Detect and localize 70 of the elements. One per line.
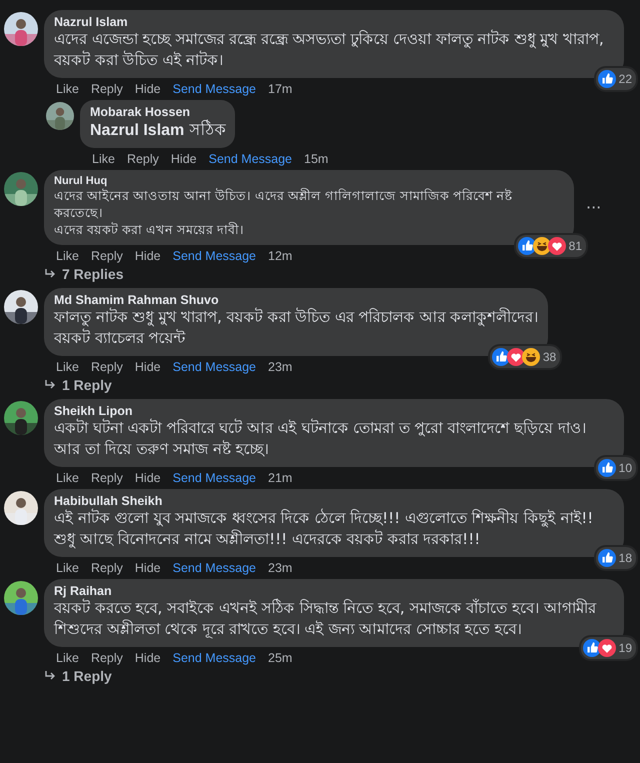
comment-text: এদের আইনের আওতায় আনা উচিত। এদের অশ্লীল গালিগালাজে সামাজিক পরিবেশ নষ্ট করতেছে। এদের বয়কট করা এখন সময়ের দাবী। [54,187,514,238]
action-link[interactable]: Hide [134,82,161,96]
action-link[interactable]: Send Message [172,471,256,485]
author-name[interactable]: Nurul Huq [54,175,564,187]
comment-text: একটা ঘটনা একটা পরিবারে ঘটে আর এই ঘটনাকে তোমরা ত পুরো বাংলাদেশে ছড়িয়ে দাও। আর তা দিয়ে তরুণ সমাজ নষ্ট হচ্ছে। [54,418,587,460]
reaction-badge[interactable]: 81 [516,235,586,257]
timestamp: 25m [268,651,292,665]
reply-arrow-icon [44,379,56,391]
action-link[interactable]: Send Message [172,651,256,665]
view-replies-link[interactable]: 1 Reply [44,377,112,393]
timestamp: 17m [268,82,292,96]
action-link[interactable]: Reply [126,152,159,166]
action-link[interactable]: Like [56,471,79,485]
timestamp: 23m [268,561,292,575]
reply-arrow-icon [44,670,56,682]
more-options-icon[interactable]: ··· [582,198,606,217]
action-link[interactable]: Like [56,561,79,575]
action-link[interactable]: Like [56,82,79,96]
thumbs-up-icon [492,348,510,366]
laughing-face-icon [532,237,551,255]
action-link[interactable]: Hide [134,651,161,665]
view-replies-link[interactable]: 1 Reply [44,668,112,684]
reaction-badge[interactable]: 10 [596,457,636,479]
action-link[interactable]: Send Message [208,152,292,166]
thumbs-up-icon [582,639,601,657]
action-link[interactable]: Reply [90,471,123,485]
action-link[interactable]: Like [56,249,79,263]
view-replies-link[interactable]: 7 Replies [44,266,124,282]
reaction-badge[interactable]: 38 [490,346,560,368]
action-link[interactable]: Reply [90,561,123,575]
timestamp: 23m [268,360,292,374]
comment-text: বয়কট করতে হবে, সবাইকে এখনই সঠিক সিদ্ধান্ত নিতে হবে, সমাজকে বাঁচাতে হবে। আগামীর শিশুদের অশ্লীলতা থেকে দূরে রাখতে হবে। এই জন্য আমাদের সোচ্চার হতে হবে। [54,598,598,640]
comment-text: ফালতু নাটক শুধু মুখ খারাপ, বয়কট করা উচিত এর পরিচালক আর কলাকুশলীদের। বয়কট ব্যাচেলর পয়েন্ট [54,307,538,349]
reaction-badge[interactable]: 22 [596,68,636,90]
thumbs-up-icon [598,459,616,477]
timestamp: 12m [268,249,292,263]
author-name[interactable]: Rj Raihan [54,584,614,598]
comment-text: এই নাটক গুলো যুব সমাজকে ধ্বংসের দিকে ঠেলে দিচ্ছে!!! এগুলোতে শিক্ষনীয় কিছুই নাই!! শুধু আছে বিনোদনের নামে অশ্লীলতা!!! এদেরকে বয়কট করার দরকার!!! [54,508,594,550]
thumbs-up-icon [598,549,616,567]
action-link[interactable]: Send Message [172,249,256,263]
reaction-badge[interactable]: 19 [580,637,636,659]
action-link[interactable]: Like [56,651,79,665]
action-link[interactable]: Hide [134,471,161,485]
timestamp: 21m [268,471,292,485]
thumbs-up-icon [518,237,536,255]
action-link[interactable]: Hide [134,360,161,374]
action-link[interactable]: Send Message [172,561,256,575]
comment-text: এদের এজেন্ডা হচ্ছে সমাজের রন্ধ্রে রন্ধ্রে অসভ্যতা ঢুকিয়ে দেওয়া ফালতু নাটক শুধু মুখ খারাপ, বয়কট করা উচিত এই নাটক। [54,29,605,71]
action-link[interactable]: Send Message [172,82,256,96]
author-name[interactable]: Sheikh Lipon [54,404,614,418]
action-link[interactable]: Reply [90,249,123,263]
author-name[interactable]: Md Shamim Rahman Shuvo [54,293,538,307]
reply-arrow-icon [44,268,56,280]
action-link[interactable]: Reply [90,651,123,665]
reaction-badge[interactable]: 18 [596,547,636,569]
laughing-face-icon [522,348,540,366]
author-name[interactable]: Habibullah Sheikh [54,494,614,508]
action-link[interactable]: Like [56,360,79,374]
author-name[interactable]: Mobarak Hossen [90,105,226,119]
thumbs-up-icon [598,70,616,88]
action-link[interactable]: Reply [90,360,123,374]
action-link[interactable]: Send Message [172,360,256,374]
action-link[interactable]: Like [92,152,115,166]
action-link[interactable]: Hide [170,152,197,166]
author-name[interactable]: Nazrul Islam [54,15,614,29]
action-link[interactable]: Hide [134,561,161,575]
action-link[interactable]: Hide [134,249,161,263]
action-link[interactable]: Reply [90,82,123,96]
comment-text: Nazrul Islam সঠিক [90,119,226,141]
timestamp: 15m [304,152,328,166]
